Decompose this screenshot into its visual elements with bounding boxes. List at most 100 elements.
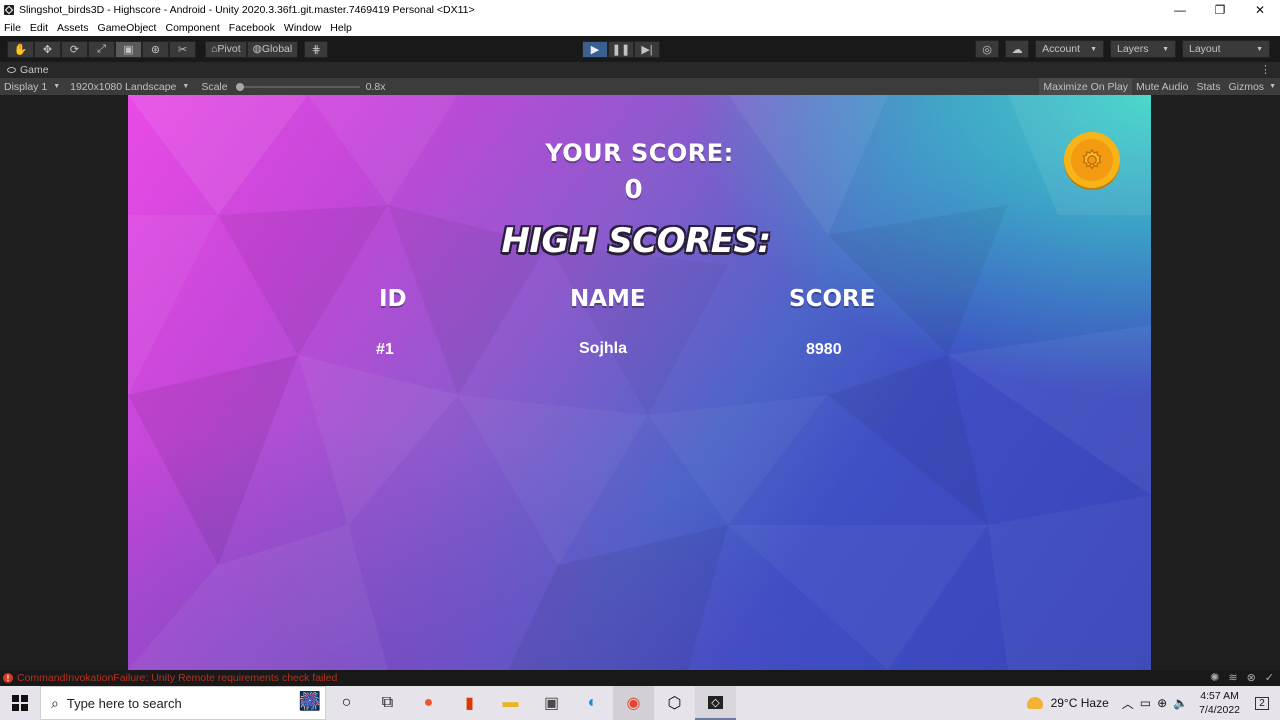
cloud-icon[interactable]: ☁ bbox=[1005, 40, 1030, 58]
chevron-down-icon: ▼ bbox=[1090, 45, 1097, 53]
close-button[interactable]: ✕ bbox=[1240, 0, 1280, 20]
unity-editor-icon[interactable]: ◇ bbox=[695, 686, 736, 720]
store-icon[interactable]: ▣ bbox=[531, 686, 572, 720]
row-id: #1 bbox=[376, 341, 394, 358]
game-tab-row: Game ⋮ bbox=[0, 62, 1280, 78]
battery-icon[interactable]: ▭ bbox=[1140, 696, 1151, 710]
menu-assets[interactable]: Assets bbox=[57, 22, 89, 34]
clock[interactable]: 4:57 AM 7/4/2022 bbox=[1199, 689, 1240, 717]
progress-icon[interactable]: ≋ bbox=[1228, 671, 1237, 684]
menu-edit[interactable]: Edit bbox=[30, 22, 48, 34]
chrome-icon[interactable]: ◉ bbox=[613, 686, 654, 720]
menu-file[interactable]: File bbox=[4, 22, 21, 34]
pivot-button[interactable]: ⌂ Pivot bbox=[205, 40, 247, 58]
your-score-label: YOUR SCORE: bbox=[545, 139, 734, 167]
collab-icon[interactable]: ◎ bbox=[975, 40, 1000, 58]
firefox-icon[interactable]: ● bbox=[408, 686, 449, 720]
chevron-down-icon: ▼ bbox=[1256, 45, 1263, 53]
chevron-down-icon: ▼ bbox=[53, 83, 61, 90]
more-options-icon[interactable]: ⋮ bbox=[1260, 63, 1271, 76]
menu-bar: File Edit Assets GameObject Component Fa… bbox=[0, 20, 1280, 36]
rect-tool-icon[interactable]: ▣ bbox=[115, 40, 142, 58]
menu-gameobject[interactable]: GameObject bbox=[98, 22, 157, 34]
scale-label: Scale bbox=[201, 80, 228, 93]
search-placeholder: Type here to search bbox=[66, 695, 182, 711]
network-icon[interactable]: ⊕ bbox=[1157, 696, 1167, 710]
search-icon: ⌕ bbox=[51, 694, 59, 711]
task-view-icon[interactable]: ⧉ bbox=[367, 686, 408, 720]
scale-knob[interactable] bbox=[235, 82, 244, 91]
bug-icon[interactable]: ✺ bbox=[1210, 671, 1219, 684]
chevron-up-icon[interactable]: ︿ bbox=[1122, 695, 1134, 712]
menu-help[interactable]: Help bbox=[330, 22, 352, 34]
grid-snap-icon[interactable]: ⋕ bbox=[304, 40, 329, 58]
game-toolbar-right: Maximize On Play Mute Audio Stats Gizmos… bbox=[1039, 78, 1280, 95]
system-tray: 29°C Haze ︿ ▭ ⊕ 🔈 4:57 AM 7/4/2022 2 bbox=[1026, 686, 1280, 720]
scale-slider[interactable] bbox=[235, 82, 360, 92]
edge-icon[interactable]: ◐ bbox=[572, 686, 613, 720]
status-icons: ✺ ≋ ⊗ ✓ bbox=[1201, 671, 1274, 684]
check-icon[interactable]: ✓ bbox=[1265, 671, 1274, 684]
pause-button[interactable]: ❚❚ bbox=[608, 41, 634, 58]
title-bar: Slingshot_birds3D - Highscore - Android … bbox=[0, 0, 1280, 20]
gizmos-label: Gizmos bbox=[1228, 80, 1265, 93]
console-error-message[interactable]: CommandInvokationFailure: Unity Remote r… bbox=[17, 672, 337, 684]
layers-dropdown[interactable]: Layers ▼ bbox=[1110, 40, 1176, 58]
status-bar: ! CommandInvokationFailure: Unity Remote… bbox=[0, 670, 1280, 686]
layout-dropdown[interactable]: Layout ▼ bbox=[1182, 40, 1270, 58]
start-button[interactable] bbox=[0, 686, 40, 720]
maximize-on-play-toggle[interactable]: Maximize On Play bbox=[1039, 78, 1132, 95]
mute-audio-toggle[interactable]: Mute Audio bbox=[1132, 78, 1193, 95]
settings-button[interactable] bbox=[1064, 132, 1120, 188]
windows-logo-icon bbox=[12, 695, 28, 711]
error-icon: ! bbox=[3, 673, 13, 683]
tab-game-label: Game bbox=[20, 64, 49, 76]
notification-center-icon[interactable]: 2 bbox=[1250, 696, 1274, 710]
taskbar-search[interactable]: ⌕ Type here to search 🎆 bbox=[40, 686, 326, 720]
play-button[interactable]: ▶ bbox=[582, 41, 608, 58]
move-tool-icon[interactable]: ✥ bbox=[34, 40, 61, 58]
cache-icon[interactable]: ⊗ bbox=[1247, 671, 1256, 684]
unity-hub-icon[interactable]: ⬡ bbox=[654, 686, 695, 720]
resolution-dropdown[interactable]: 1920x1080 Landscape ▼ bbox=[70, 81, 189, 93]
game-view-area: YOUR SCORE: 0 HIGH SCORES: ID NAME SCORE… bbox=[0, 95, 1280, 670]
chevron-down-icon: ▼ bbox=[182, 83, 190, 90]
stats-toggle[interactable]: Stats bbox=[1193, 78, 1225, 95]
column-header-name: NAME bbox=[570, 286, 646, 312]
gizmos-dropdown[interactable]: Gizmos ▼ bbox=[1224, 78, 1280, 95]
tab-game[interactable]: Game bbox=[7, 64, 49, 76]
volume-icon[interactable]: 🔈 bbox=[1173, 696, 1188, 710]
file-explorer-icon[interactable]: ▬ bbox=[490, 686, 531, 720]
rotate-tool-icon[interactable]: ⟳ bbox=[61, 40, 88, 58]
menu-facebook[interactable]: Facebook bbox=[229, 22, 275, 34]
transform-tool-icon[interactable]: ⊛ bbox=[142, 40, 169, 58]
menu-window[interactable]: Window bbox=[284, 22, 321, 34]
global-button[interactable]: ◍ Global bbox=[246, 40, 299, 58]
scale-tool-icon[interactable]: ⤢ bbox=[88, 40, 115, 58]
layers-label: Layers bbox=[1117, 43, 1149, 55]
your-score-value: 0 bbox=[624, 175, 643, 205]
weather-widget[interactable]: 29°C Haze bbox=[1026, 696, 1109, 710]
weather-text: 29°C Haze bbox=[1050, 696, 1109, 710]
restore-button[interactable]: ❐ bbox=[1200, 0, 1240, 20]
clock-date: 7/4/2022 bbox=[1199, 704, 1240, 716]
clock-time: 4:57 AM bbox=[1200, 690, 1239, 702]
step-button[interactable]: ▶| bbox=[634, 41, 660, 58]
high-scores-title: HIGH SCORES: bbox=[501, 221, 771, 261]
cortana-icon[interactable]: ○ bbox=[326, 686, 367, 720]
display-dropdown[interactable]: Display 1 ▼ bbox=[4, 81, 60, 93]
chevron-down-icon: ▼ bbox=[1162, 45, 1169, 53]
window-title: Slingshot_birds3D - Highscore - Android … bbox=[19, 4, 475, 16]
account-dropdown[interactable]: Account ▼ bbox=[1035, 40, 1104, 58]
office-icon[interactable]: ▮ bbox=[449, 686, 490, 720]
game-viewport[interactable]: YOUR SCORE: 0 HIGH SCORES: ID NAME SCORE… bbox=[128, 95, 1151, 670]
minimize-button[interactable]: — bbox=[1160, 0, 1200, 20]
row-score: 8980 bbox=[806, 341, 842, 358]
gear-icon bbox=[1071, 139, 1113, 181]
notification-badge: 2 bbox=[1255, 696, 1269, 710]
menu-component[interactable]: Component bbox=[165, 22, 219, 34]
chevron-down-icon: ▼ bbox=[1269, 83, 1276, 90]
hand-tool-icon[interactable]: ✋ bbox=[7, 40, 34, 58]
pivot-label: Pivot bbox=[217, 43, 241, 55]
custom-tool-icon[interactable]: ✂ bbox=[169, 40, 196, 58]
